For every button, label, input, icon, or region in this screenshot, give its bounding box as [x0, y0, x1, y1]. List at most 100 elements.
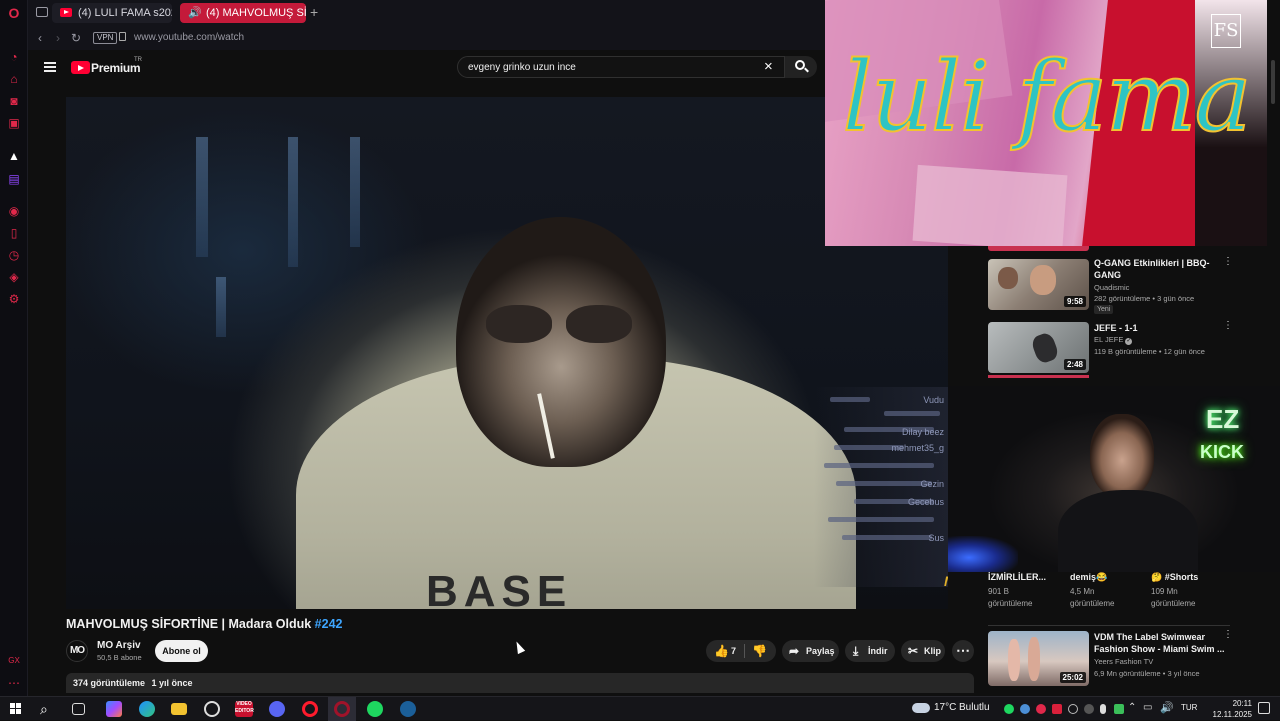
search-query-text: evgeny grinko uzun ince: [468, 62, 576, 73]
short-title[interactable]: 🤔 #Shorts: [1151, 571, 1198, 583]
menu-icon[interactable]: [44, 62, 56, 72]
settings-icon[interactable]: ⚙: [7, 292, 21, 306]
windows-start-icon[interactable]: [10, 703, 22, 715]
rec-channel[interactable]: Quadismic: [1094, 282, 1129, 293]
rec-thumbnail[interactable]: 25:02: [988, 631, 1089, 686]
rec-menu-icon[interactable]: ⋮: [1223, 630, 1233, 645]
description-box[interactable]: 374 görüntüleme 1 yıl önce: [66, 673, 974, 693]
lock-icon: [119, 32, 126, 41]
gx-corner-icon[interactable]: ⌂: [7, 72, 21, 86]
new-badge: Yeni: [1094, 305, 1114, 314]
search-input[interactable]: evgeny grinko uzun ince ×: [457, 56, 785, 78]
twitch-icon[interactable]: ▤: [7, 172, 21, 186]
edge-icon[interactable]: [139, 701, 155, 717]
vpn-badge[interactable]: VPN: [93, 32, 118, 44]
rec-thumbnail[interactable]: 2:48: [988, 322, 1089, 373]
tray-nvidia-icon[interactable]: [1114, 704, 1124, 714]
rec-meta: 119 B görüntüleme • 12 gün önce: [1094, 347, 1205, 356]
gx-mods-icon[interactable]: GX: [7, 654, 21, 668]
speaker-icon: 🔊: [188, 7, 202, 19]
copilot-icon[interactable]: [106, 701, 122, 717]
tray-network-icon[interactable]: [1068, 704, 1078, 714]
more-actions-icon[interactable]: ⋯: [952, 640, 974, 662]
steam-icon[interactable]: [400, 701, 416, 717]
rec-title[interactable]: JEFE - 1-1: [1094, 322, 1138, 334]
page-scrollbar[interactable]: [1268, 50, 1278, 690]
instagram-icon[interactable]: ▣: [7, 116, 21, 130]
video-title: MAHVOLMUŞ SİFORTİNE | Madara Olduk #242: [66, 617, 343, 631]
bookmarks-icon[interactable]: ▯: [7, 226, 21, 240]
tray-video-icon[interactable]: [1052, 704, 1062, 714]
tray-spotify-icon[interactable]: [1004, 704, 1014, 714]
video-editor-icon[interactable]: VIDEO EDITOR: [235, 701, 254, 717]
channel-avatar[interactable]: MO: [66, 640, 88, 662]
download-button[interactable]: ⤓ İndir: [845, 640, 895, 662]
clock-app-icon[interactable]: [204, 701, 220, 717]
cloud-icon[interactable]: [912, 703, 930, 713]
file-explorer-icon[interactable]: [171, 703, 187, 715]
reload-icon[interactable]: ↻: [68, 30, 84, 46]
share-button[interactable]: ➦ Paylaş: [782, 640, 839, 662]
language-indicator[interactable]: TUR: [1181, 703, 1197, 712]
weather-temp[interactable]: 17°C: [934, 702, 956, 713]
more-icon[interactable]: ⋯: [7, 676, 21, 690]
tab-workspaces-icon[interactable]: [36, 7, 48, 17]
discord-icon[interactable]: [269, 701, 285, 717]
notifications-icon[interactable]: [1258, 702, 1270, 714]
rec-channel[interactable]: EL JEFE ✓: [1094, 334, 1133, 345]
search-button[interactable]: [785, 56, 817, 78]
tray-steam-icon[interactable]: [1020, 704, 1030, 714]
clear-search-icon[interactable]: ×: [764, 58, 773, 75]
opera-taskbar-icon[interactable]: [302, 701, 318, 717]
tray-overflow-icon[interactable]: ⌃: [1128, 702, 1136, 713]
rec-channel[interactable]: Yeers Fashion TV: [1094, 656, 1153, 667]
dislike-button[interactable]: 👎: [752, 640, 767, 662]
url-text[interactable]: www.youtube.com/watch: [134, 32, 244, 43]
messenger-icon[interactable]: ◙: [7, 94, 21, 108]
spotify-icon[interactable]: [367, 701, 383, 717]
premium-logo-text[interactable]: Premium: [91, 61, 141, 75]
video-player[interactable]: BASE Vudu Dilay beez mehmet35_g Gezin Gecebu…: [66, 97, 948, 609]
browser-sidebar: O ◔ ⌂ ◙ ▣ ▲ ▤ ◉ ▯ ◷ ◈ ⚙ GX ⋯: [0, 0, 28, 696]
rec-menu-icon[interactable]: ⋮: [1223, 257, 1233, 272]
player-icon[interactable]: ◉: [7, 204, 21, 218]
short-views-label: görüntüleme: [1070, 599, 1115, 608]
mouse-cursor: [512, 639, 526, 655]
gx-control-icon[interactable]: ◔: [7, 50, 21, 64]
rec-title[interactable]: VDM The Label Swimwear Fashion Show - Mi…: [1094, 631, 1225, 655]
like-button[interactable]: 👍: [714, 640, 729, 662]
ai-icon[interactable]: ▲: [7, 149, 21, 163]
chat-username: Vudu: [923, 395, 944, 405]
youtube-logo-icon[interactable]: [71, 61, 90, 74]
clock[interactable]: 20:11 12.11.2025: [1200, 698, 1252, 720]
like-count: 7: [731, 646, 737, 656]
channel-name[interactable]: MO Arşiv: [97, 640, 141, 651]
rec-thumbnail[interactable]: 9:58: [988, 259, 1089, 310]
short-views: 109 Mn: [1151, 587, 1178, 596]
search-taskbar-icon[interactable]: ⌕: [40, 701, 48, 718]
task-view-icon[interactable]: [72, 703, 85, 715]
rec-title[interactable]: Q-GANG Etkinlikleri | BBQ- GANG: [1094, 257, 1210, 281]
tray-mic-icon[interactable]: [1100, 704, 1106, 714]
tab-luli-fama[interactable]: (4) LULI FAMA s2025 Bik: [52, 3, 172, 23]
short-title[interactable]: İZMİRLİLER...: [988, 571, 1046, 583]
subscribe-button[interactable]: Abone ol: [155, 640, 208, 662]
tray-discord-icon[interactable]: [1084, 704, 1094, 714]
tray-opera-icon[interactable]: [1036, 704, 1046, 714]
tray-display-icon[interactable]: ▭: [1143, 702, 1152, 713]
opera-gx-taskbar-icon[interactable]: [334, 701, 350, 717]
extensions-icon[interactable]: ◈: [7, 270, 21, 284]
tab-mahvolmus-active[interactable]: 🔊 (4) MAHVOLMUŞ SİFO: [180, 3, 306, 23]
history-icon[interactable]: ◷: [7, 248, 21, 262]
new-tab-icon[interactable]: +: [310, 4, 318, 20]
hashtag-link[interactable]: #242: [315, 617, 343, 631]
clip-button[interactable]: ✂ Klip: [901, 640, 945, 662]
volume-icon[interactable]: 🔊: [1160, 701, 1174, 714]
forward-icon[interactable]: ›: [50, 30, 66, 46]
back-icon[interactable]: ‹: [32, 30, 48, 46]
chat-username: mehmet35_g: [891, 443, 944, 453]
weather-desc[interactable]: Bulutlu: [959, 702, 990, 713]
rec-menu-icon[interactable]: ⋮: [1223, 321, 1233, 336]
short-title[interactable]: demiş😂: [1070, 571, 1107, 583]
opera-logo-icon[interactable]: O: [7, 6, 21, 20]
